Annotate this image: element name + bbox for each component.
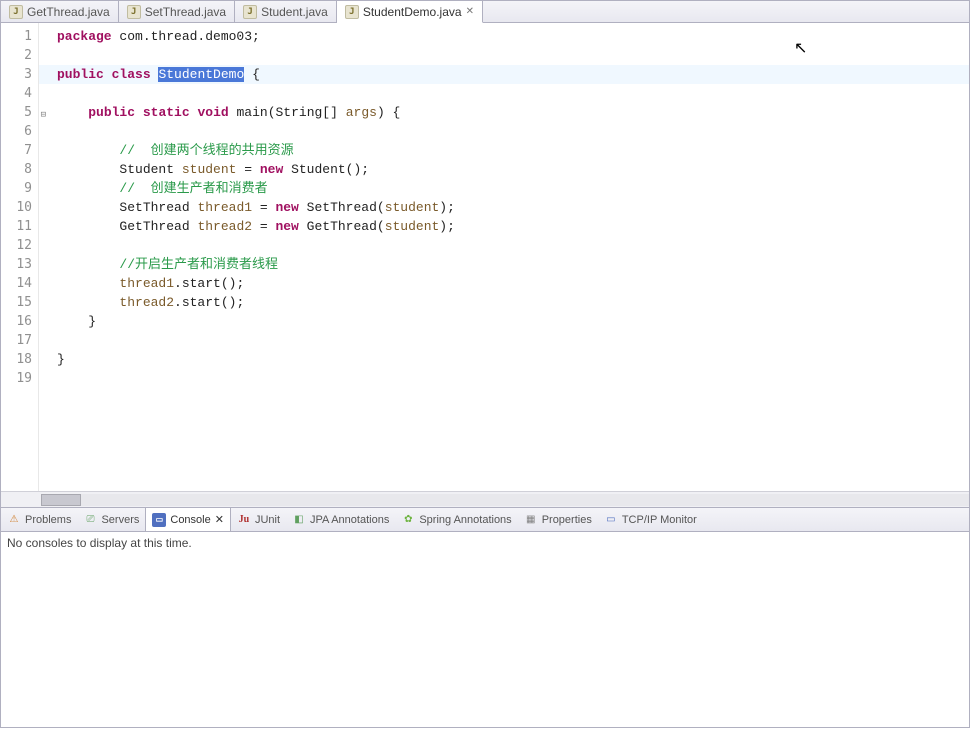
tab-label: TCP/IP Monitor [622, 514, 697, 526]
tab-console[interactable]: ▭ Console ✕ [145, 508, 231, 531]
console-body: No consoles to display at this time. [1, 532, 969, 727]
line-number: 15 [1, 293, 32, 312]
line-number: 11 [1, 217, 32, 236]
editor-tab-bar: J GetThread.java J SetThread.java J Stud… [1, 1, 969, 23]
code-editor[interactable]: package com.thread.demo03; public class … [39, 23, 969, 491]
tab-label: Console [170, 514, 210, 526]
line-number: 5 [1, 103, 32, 122]
line-number: 10 [1, 198, 32, 217]
line-number: 9 [1, 179, 32, 198]
console-icon: ▭ [152, 513, 166, 527]
scroll-thumb[interactable] [41, 494, 81, 506]
line-number: 16 [1, 312, 32, 331]
line-number: 2 [1, 46, 32, 65]
tab-label: StudentDemo.java [363, 5, 462, 19]
code-area: 1 2 3 4 5 6 7 8 9 10 11 12 13 14 15 16 1… [1, 23, 969, 491]
line-number: 4 [1, 84, 32, 103]
horizontal-scrollbar[interactable] [1, 491, 969, 507]
tab-jpa[interactable]: ◧ JPA Annotations [286, 513, 395, 527]
java-file-icon: J [127, 5, 141, 19]
line-number: 14 [1, 274, 32, 293]
tab-servers[interactable]: ⎚ Servers [77, 513, 145, 527]
tab-label: SetThread.java [145, 5, 226, 19]
java-file-icon: J [9, 5, 23, 19]
line-number: 18 [1, 350, 32, 369]
tab-label: Spring Annotations [419, 514, 511, 526]
tab-label: JPA Annotations [310, 514, 389, 526]
tab-label: Properties [542, 514, 592, 526]
tab-student[interactable]: J Student.java [235, 1, 337, 22]
servers-icon: ⎚ [83, 513, 97, 527]
line-number: 7 [1, 141, 32, 160]
tab-setthread[interactable]: J SetThread.java [119, 1, 235, 22]
tab-spring[interactable]: ✿ Spring Annotations [395, 513, 517, 527]
editor-pane: J GetThread.java J SetThread.java J Stud… [0, 0, 970, 508]
tab-label: GetThread.java [27, 5, 110, 19]
tab-label: Problems [25, 514, 71, 526]
java-file-icon: J [243, 5, 257, 19]
tab-tcpip[interactable]: ▭ TCP/IP Monitor [598, 513, 703, 527]
jpa-icon: ◧ [292, 513, 306, 527]
close-icon[interactable]: ✕ [215, 513, 224, 526]
line-number: 17 [1, 331, 32, 350]
tab-studentdemo[interactable]: J StudentDemo.java ✕ [337, 1, 483, 23]
monitor-icon: ▭ [604, 513, 618, 527]
tab-junit[interactable]: Ju JUnit [231, 513, 286, 527]
console-message: No consoles to display at this time. [7, 536, 192, 550]
tab-label: Servers [101, 514, 139, 526]
bottom-pane: ⚠ Problems ⎚ Servers ▭ Console ✕ Ju JUni… [0, 508, 970, 728]
problems-icon: ⚠ [7, 513, 21, 527]
close-icon[interactable]: ✕ [466, 6, 474, 17]
line-number: 8 [1, 160, 32, 179]
line-number: 3 [1, 65, 32, 84]
line-number: 6 [1, 122, 32, 141]
line-number: 12 [1, 236, 32, 255]
tab-properties[interactable]: ▦ Properties [518, 513, 598, 527]
tab-problems[interactable]: ⚠ Problems [1, 513, 77, 527]
tab-label: Student.java [261, 5, 328, 19]
properties-icon: ▦ [524, 513, 538, 527]
junit-icon: Ju [237, 513, 251, 527]
java-file-icon: J [345, 5, 359, 19]
line-number: 1 [1, 27, 32, 46]
bottom-tab-bar: ⚠ Problems ⎚ Servers ▭ Console ✕ Ju JUni… [1, 508, 969, 532]
scroll-track[interactable] [41, 494, 969, 506]
line-gutter: 1 2 3 4 5 6 7 8 9 10 11 12 13 14 15 16 1… [1, 23, 39, 491]
tab-label: JUnit [255, 514, 280, 526]
spring-icon: ✿ [401, 513, 415, 527]
line-number: 13 [1, 255, 32, 274]
tab-getthread[interactable]: J GetThread.java [1, 1, 119, 22]
line-number: 19 [1, 369, 32, 388]
